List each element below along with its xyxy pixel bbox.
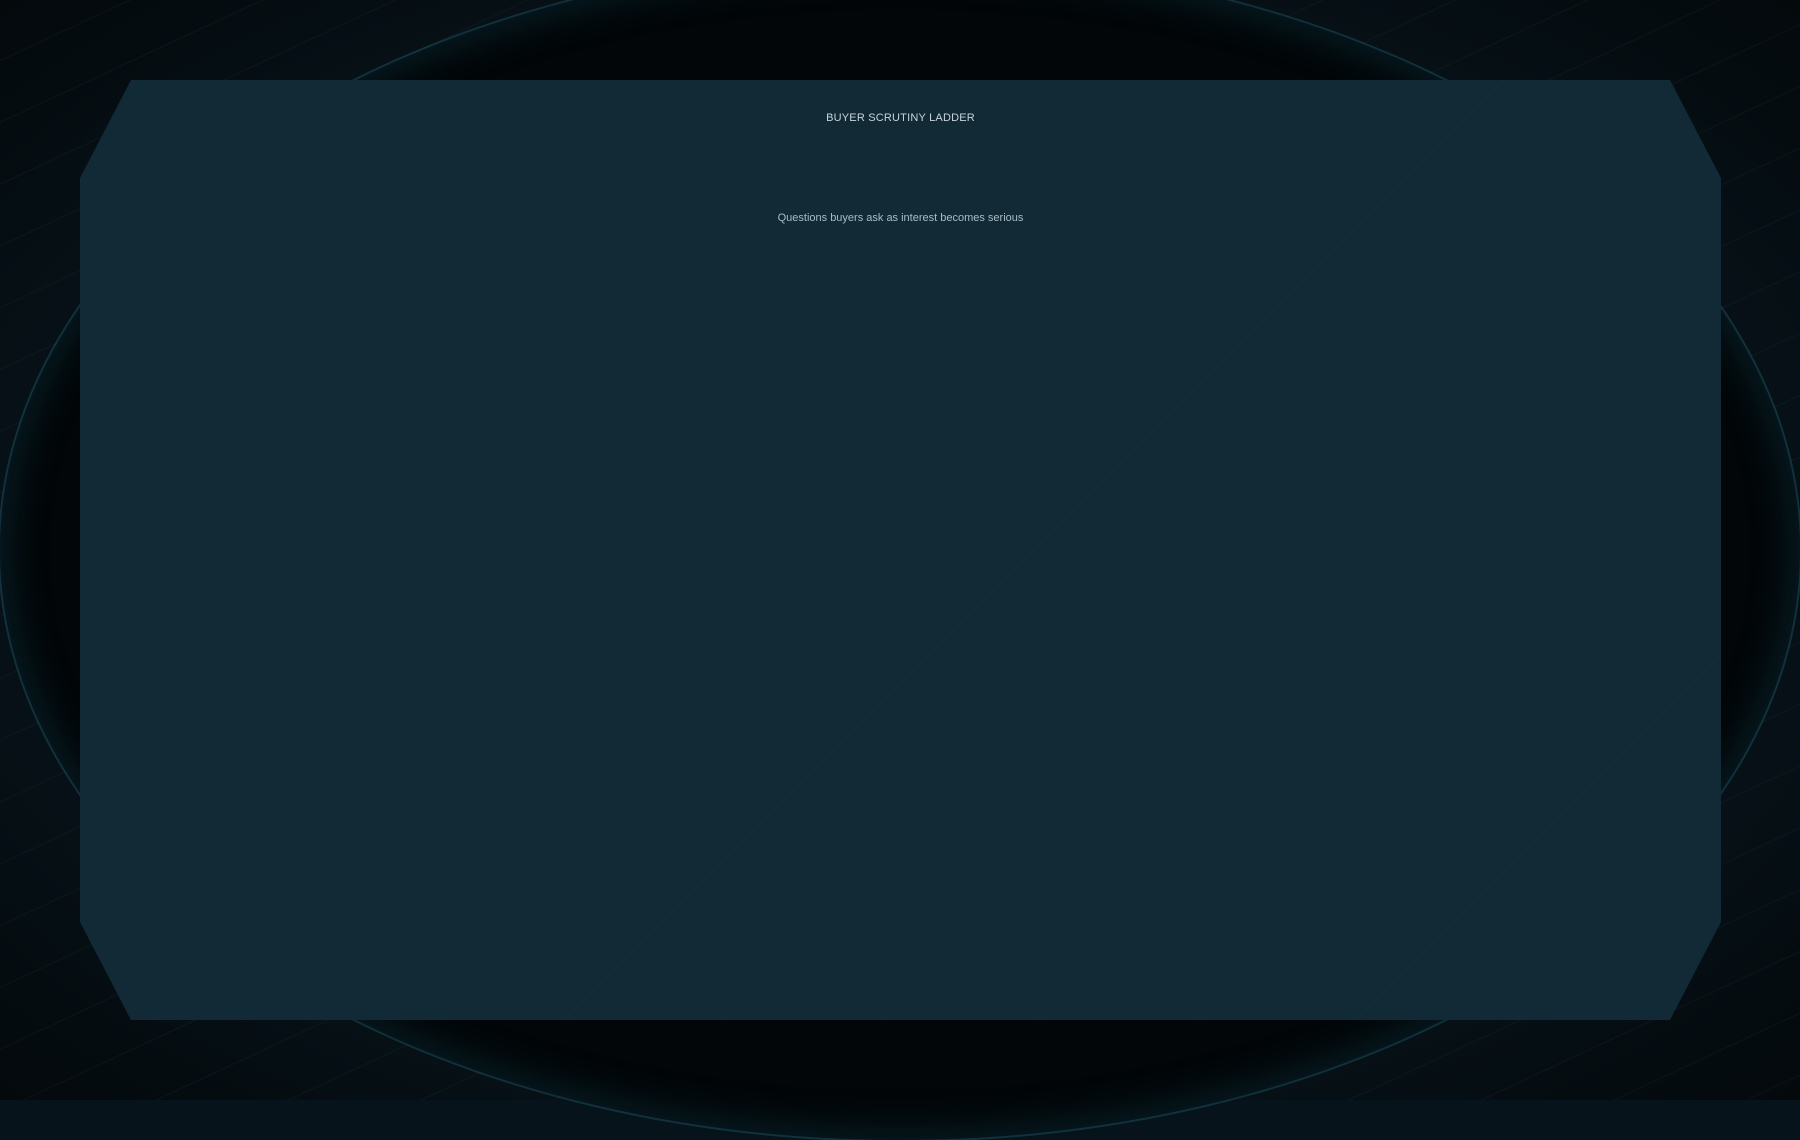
- page-subtitle: Questions buyers ask as interest becomes…: [777, 212, 1024, 224]
- page-title: BUYER SCRUTINY LADDER: [826, 112, 975, 124]
- content-panel: BUYER SCRUTINY LADDER Questions buyers a…: [80, 80, 1721, 1020]
